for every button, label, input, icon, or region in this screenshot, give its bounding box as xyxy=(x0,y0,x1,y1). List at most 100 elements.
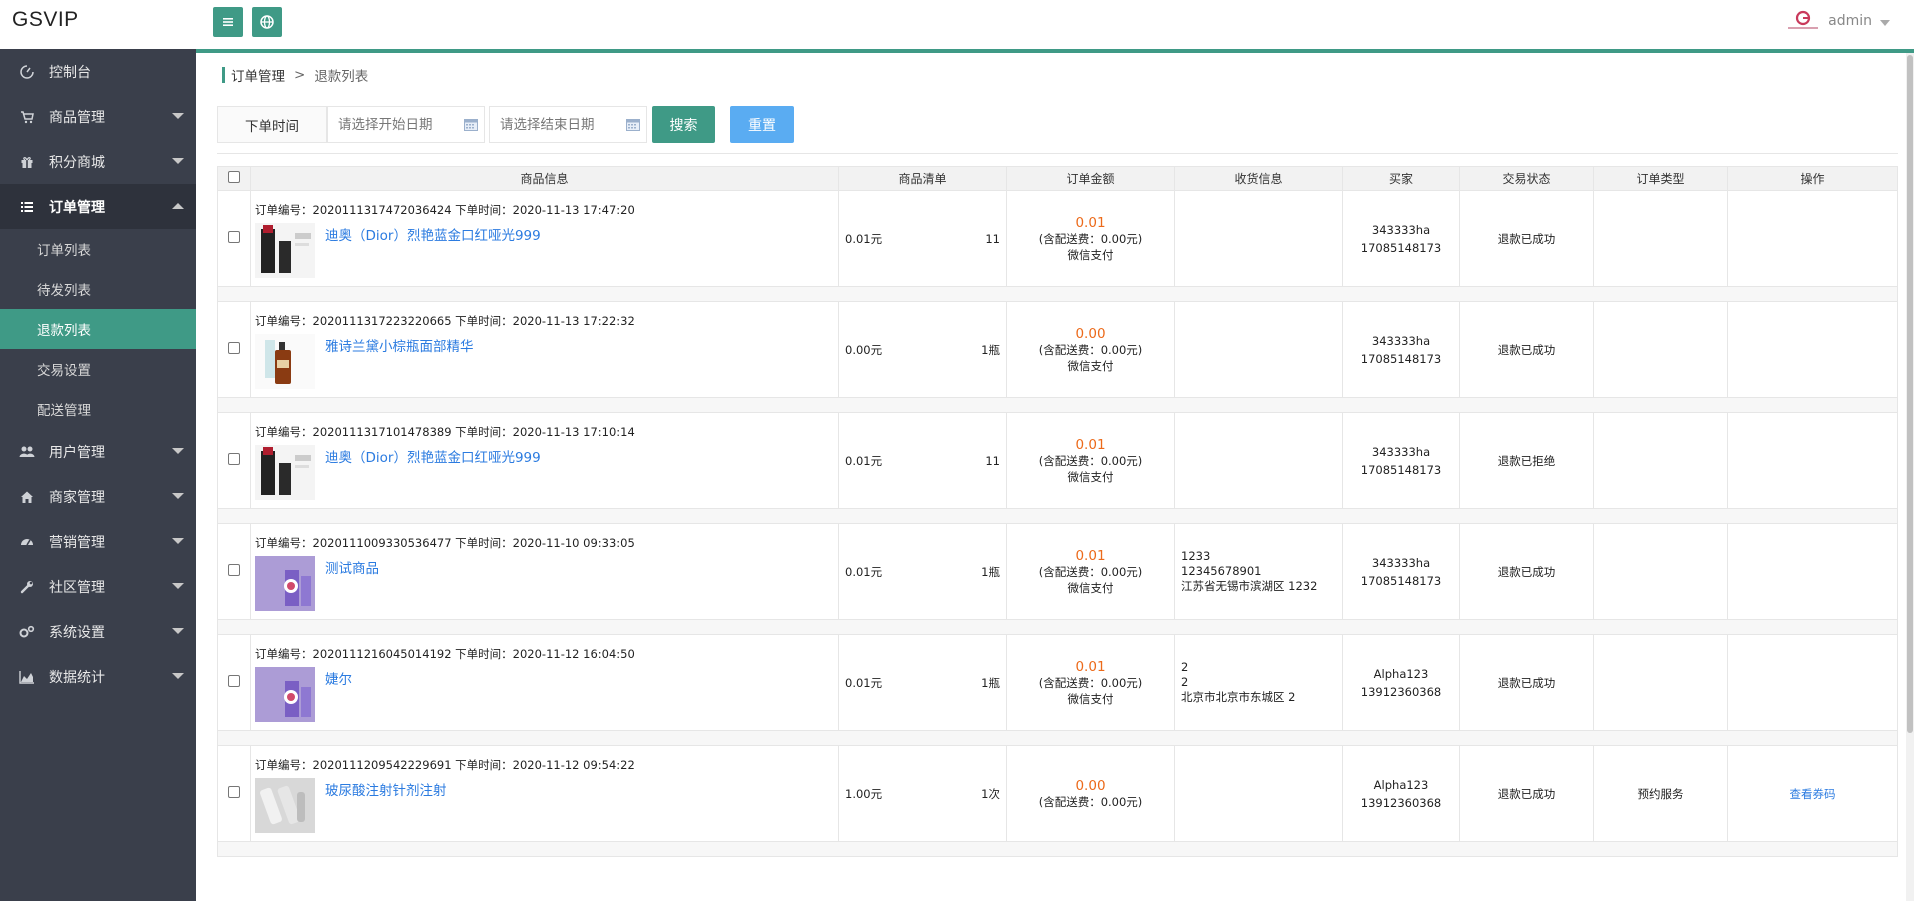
quantity: 1次 xyxy=(981,786,1000,801)
table-row: 订单编号：2020111317472036424 下单时间：2020-11-13… xyxy=(217,190,1898,287)
row-checkbox[interactable] xyxy=(228,231,240,243)
sidebar-item-label: 商品管理 xyxy=(49,109,105,126)
sidebar-item-marketing[interactable]: 营销管理 xyxy=(0,519,196,564)
sidebar-item-points-mall[interactable]: 积分商城 xyxy=(0,139,196,184)
buyer-cell: 343333ha 17085148173 xyxy=(1342,412,1460,509)
shipping-info-cell xyxy=(1174,190,1343,287)
shipping-info-cell: 1233 12345678901 江苏省无锡市滨湖区 1232 xyxy=(1174,523,1343,620)
order-type-cell xyxy=(1593,301,1728,398)
sidebar-item-label: 系统设置 xyxy=(49,624,105,641)
sidebar-subitem-delivery[interactable]: 配送管理 xyxy=(0,389,196,429)
order-type: 预约服务 xyxy=(1637,786,1684,801)
user-menu[interactable]: admin xyxy=(1786,10,1890,32)
buyer-name: Alpha123 xyxy=(1373,666,1429,681)
sidebar-item-label: 数据统计 xyxy=(49,669,105,686)
breadcrumb-current: 退款列表 xyxy=(314,69,369,85)
table-row: 订单编号：2020111209542229691 下单时间：2020-11-12… xyxy=(217,745,1898,842)
row-select-cell xyxy=(217,745,251,842)
list-icon xyxy=(19,199,35,215)
website-button[interactable] xyxy=(252,7,282,37)
app-logo: GSVIP xyxy=(12,8,79,31)
spacer-cell xyxy=(217,619,1898,635)
quantity: 1瓶 xyxy=(981,675,1000,690)
shipping-fee: (含配送费：0.00元) xyxy=(1038,675,1143,690)
row-checkbox[interactable] xyxy=(228,564,240,576)
select-all-checkbox[interactable] xyxy=(228,171,240,183)
order-amount-cell: 0.00 (含配送费：0.00元) 微信支付 xyxy=(1006,301,1175,398)
address-line: 2 xyxy=(1181,660,1189,674)
sidebar-item-merchants[interactable]: 商家管理 xyxy=(0,474,196,519)
row-checkbox[interactable] xyxy=(228,342,240,354)
quantity: 1瓶 xyxy=(981,564,1000,579)
main-content: 订单管理 > 退款列表 下单时间 搜索 重置 商品信息 商品清单 订单金额 xyxy=(196,53,1914,901)
sidebar-item-label: 积分商城 xyxy=(49,154,105,171)
shipping-fee: (含配送费：0.00元) xyxy=(1038,794,1143,809)
sidebar-item-products[interactable]: 商品管理 xyxy=(0,94,196,139)
chevron-up-icon xyxy=(172,203,184,209)
row-checkbox[interactable] xyxy=(228,786,240,798)
shipping-fee: (含配送费：0.00元) xyxy=(1038,231,1143,246)
sidebar-item-label: 社区管理 xyxy=(49,579,105,596)
product-info-cell: 订单编号：2020111209542229691 下单时间：2020-11-12… xyxy=(250,745,839,842)
product-name-link[interactable]: 测试商品 xyxy=(325,557,379,577)
reset-button[interactable]: 重置 xyxy=(730,106,794,143)
shipping-fee: (含配送费：0.00元) xyxy=(1038,342,1143,357)
order-meta: 订单编号：2020111209542229691 下单时间：2020-11-12… xyxy=(255,757,635,772)
payment-method: 微信支付 xyxy=(1067,247,1114,262)
end-date-field[interactable] xyxy=(489,106,647,143)
sidebar: 控制台 商品管理 积分商城 订单管理 订单列表 待发列表 退款列表 交易设置 配… xyxy=(0,49,196,901)
sidebar-item-label: 控制台 xyxy=(49,64,91,81)
col-header-status: 交易状态 xyxy=(1459,166,1594,191)
buyer-cell: 343333ha 17085148173 xyxy=(1342,301,1460,398)
order-amount: 0.01 xyxy=(1075,436,1106,453)
search-button[interactable]: 搜索 xyxy=(652,106,715,143)
row-checkbox[interactable] xyxy=(228,675,240,687)
sidebar-item-statistics[interactable]: 数据统计 xyxy=(0,654,196,699)
row-checkbox[interactable] xyxy=(228,453,240,465)
order-time-label: 下单时间 xyxy=(217,106,327,143)
address-line: 12345678901 xyxy=(1181,564,1262,578)
breadcrumb-separator: > xyxy=(294,67,306,83)
sidebar-item-dashboard[interactable]: 控制台 xyxy=(0,49,196,94)
breadcrumb: 订单管理 > 退款列表 xyxy=(222,65,369,85)
view-coupon-link[interactable]: 查看券码 xyxy=(1790,787,1836,801)
product-name-link[interactable]: 雅诗兰黛小棕瓶面部精华 xyxy=(325,335,474,355)
order-amount-cell: 0.01 (含配送费：0.00元) 微信支付 xyxy=(1006,523,1175,620)
scrollbar-thumb[interactable] xyxy=(1907,55,1913,733)
row-spacer xyxy=(217,730,1898,746)
wrench-icon xyxy=(19,579,35,595)
status-cell: 退款已成功 xyxy=(1459,634,1594,731)
status-cell: 退款已拒绝 xyxy=(1459,412,1594,509)
scrollbar[interactable] xyxy=(1906,53,1914,901)
product-name-link[interactable]: 迪奥（Dior）烈艳蓝金口红哑光999 xyxy=(325,446,541,466)
start-date-input[interactable] xyxy=(338,116,458,133)
product-name-link[interactable]: 迪奥（Dior）烈艳蓝金口红哑光999 xyxy=(325,224,541,244)
buyer-name: 343333ha xyxy=(1371,333,1431,348)
sidebar-item-community[interactable]: 社区管理 xyxy=(0,564,196,609)
sidebar-item-users[interactable]: 用户管理 xyxy=(0,429,196,474)
buyer-name: 343333ha xyxy=(1371,222,1431,237)
product-thumbnail xyxy=(255,333,315,389)
sidebar-subitem-order-list[interactable]: 订单列表 xyxy=(0,229,196,269)
product-thumbnail xyxy=(255,555,315,611)
order-type-cell: 预约服务 xyxy=(1593,745,1728,842)
end-date-input[interactable] xyxy=(500,116,620,133)
buyer-phone: 17085148173 xyxy=(1360,573,1442,588)
start-date-field[interactable] xyxy=(327,106,485,143)
sidebar-item-system-settings[interactable]: 系统设置 xyxy=(0,609,196,654)
product-name-link[interactable]: 婕尔 xyxy=(325,668,352,688)
menu-toggle-button[interactable] xyxy=(213,7,243,37)
status-text: 退款已成功 xyxy=(1497,342,1556,357)
dashboard-icon xyxy=(19,64,35,80)
calendar-icon xyxy=(626,119,640,131)
unit-price: 0.00元 xyxy=(845,342,883,357)
select-all-cell xyxy=(217,166,251,191)
sidebar-subitem-refund-list[interactable]: 退款列表 xyxy=(0,309,196,349)
address-line: 北京市北京市东城区 2 xyxy=(1181,690,1296,704)
sidebar-subitem-trade-settings[interactable]: 交易设置 xyxy=(0,349,196,389)
sidebar-subitem-pending-list[interactable]: 待发列表 xyxy=(0,269,196,309)
breadcrumb-parent[interactable]: 订单管理 xyxy=(231,65,285,85)
sidebar-item-orders[interactable]: 订单管理 xyxy=(0,184,196,229)
shipping-fee: (含配送费：0.00元) xyxy=(1038,564,1143,579)
product-name-link[interactable]: 玻尿酸注射针剂注射 xyxy=(325,779,447,799)
